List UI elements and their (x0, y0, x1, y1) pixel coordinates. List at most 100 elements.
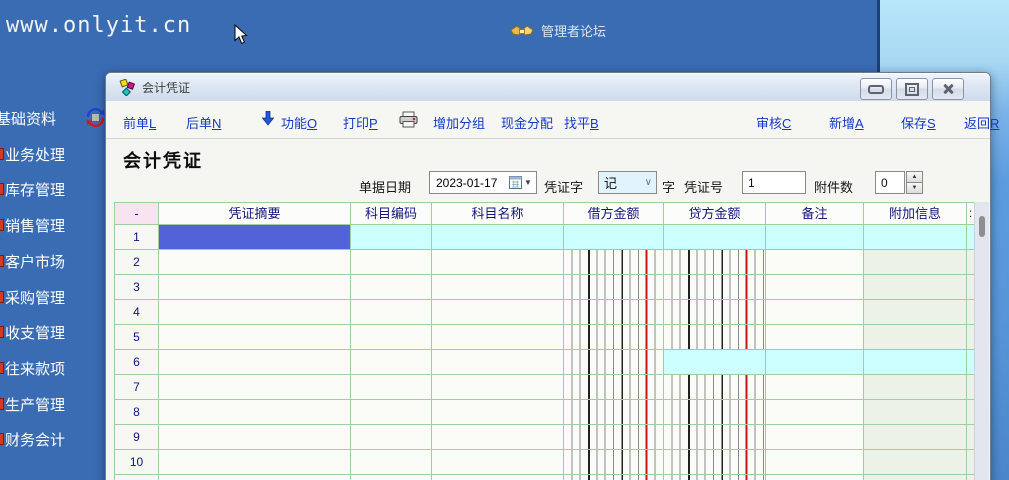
grid-cell[interactable] (766, 275, 864, 300)
grid-row-number[interactable]: 11 (115, 475, 159, 480)
grid-cell[interactable] (432, 325, 564, 350)
spinner-up-button[interactable]: ▲ (906, 171, 923, 183)
grid-cell[interactable] (432, 275, 564, 300)
grid-cell[interactable] (766, 400, 864, 425)
grid-cell[interactable] (766, 450, 864, 475)
voucher-no-input[interactable] (742, 171, 806, 194)
grid-cell[interactable] (432, 300, 564, 325)
grid-cell[interactable] (159, 225, 351, 250)
grid-cell[interactable] (664, 350, 766, 375)
maximize-button[interactable] (896, 78, 928, 100)
grid-cell[interactable] (766, 300, 864, 325)
grid-cell[interactable] (159, 475, 351, 480)
grid-cell[interactable] (159, 400, 351, 425)
grid-cell[interactable] (864, 375, 967, 400)
grid-cell[interactable] (432, 350, 564, 375)
grid-cell[interactable] (564, 275, 664, 300)
grid-cell[interactable] (432, 450, 564, 475)
grid-cell[interactable] (432, 475, 564, 480)
grid-cell[interactable] (432, 400, 564, 425)
forum-link[interactable]: 管理者论坛 (510, 21, 606, 40)
grid-cell[interactable] (432, 425, 564, 450)
balance-button[interactable]: 找平B (564, 113, 599, 132)
grid-cell[interactable] (864, 225, 967, 250)
grid-cell[interactable] (864, 300, 967, 325)
attachment-count-input[interactable] (875, 171, 905, 194)
grid-cell[interactable] (351, 275, 432, 300)
grid-cell[interactable] (664, 375, 766, 400)
grid-cell[interactable] (159, 300, 351, 325)
grid-cell[interactable] (864, 250, 967, 275)
grid-cell[interactable] (351, 350, 432, 375)
audit-button[interactable]: 审核C (756, 113, 791, 132)
voucher-word-select[interactable]: 记 ∨ (598, 171, 657, 194)
grid-cell[interactable] (159, 350, 351, 375)
grid-row-number[interactable]: 5 (115, 325, 159, 350)
return-button[interactable]: 返回R (964, 113, 999, 132)
grid-cell[interactable] (766, 425, 864, 450)
grid-row-number[interactable]: 10 (115, 450, 159, 475)
grid-cell[interactable] (159, 375, 351, 400)
grid-cell[interactable] (564, 375, 664, 400)
grid-cell[interactable] (159, 425, 351, 450)
sidebar-item[interactable]: 财务会计 (0, 429, 65, 449)
grid-cell[interactable] (766, 325, 864, 350)
grid-cell[interactable] (564, 350, 664, 375)
grid-cell[interactable] (664, 325, 766, 350)
grid-cell[interactable] (351, 225, 432, 250)
grid-cell[interactable] (864, 350, 967, 375)
grid-cell[interactable] (664, 400, 766, 425)
grid-row-number[interactable]: 9 (115, 425, 159, 450)
sidebar-item[interactable]: 销售管理 (0, 215, 65, 235)
date-input[interactable] (434, 175, 508, 191)
grid-cell[interactable] (564, 300, 664, 325)
next-voucher-button[interactable]: 后单N (186, 113, 221, 132)
grid-cell[interactable] (766, 375, 864, 400)
grid-cell[interactable] (664, 225, 766, 250)
calendar-button[interactable]: ▼ (509, 176, 532, 189)
grid-cell[interactable] (159, 275, 351, 300)
sidebar-item[interactable]: 生产管理 (0, 394, 65, 414)
grid-cell[interactable] (351, 250, 432, 275)
sidebar-item[interactable]: 业务处理 (0, 144, 65, 164)
grid-cell[interactable] (664, 250, 766, 275)
grid-cell[interactable] (351, 300, 432, 325)
grid-cell[interactable] (664, 475, 766, 480)
add-group-button[interactable]: 增加分组 (433, 113, 485, 132)
grid-cell[interactable] (564, 250, 664, 275)
minimize-button[interactable] (860, 78, 892, 100)
grid-cell[interactable] (664, 300, 766, 325)
function-dropdown-arrow-icon[interactable] (262, 111, 274, 126)
grid-cell[interactable] (864, 325, 967, 350)
grid-cell[interactable] (864, 425, 967, 450)
sidebar-item[interactable]: 基础资料 (0, 108, 56, 128)
grid-cell[interactable] (564, 325, 664, 350)
grid-row-number[interactable]: 6 (115, 350, 159, 375)
grid-cell[interactable] (351, 425, 432, 450)
prev-voucher-button[interactable]: 前单L (123, 113, 156, 132)
grid-cell[interactable] (351, 450, 432, 475)
grid-row-number[interactable]: 8 (115, 400, 159, 425)
grid-cell[interactable] (351, 325, 432, 350)
grid-cell[interactable] (564, 225, 664, 250)
grid-cell[interactable] (864, 450, 967, 475)
function-menu-button[interactable]: 功能O (281, 113, 317, 132)
grid-cell[interactable] (159, 250, 351, 275)
close-button[interactable] (932, 78, 964, 100)
grid-row-number[interactable]: 7 (115, 375, 159, 400)
grid-cell[interactable] (564, 450, 664, 475)
spinner-down-button[interactable]: ▼ (906, 183, 923, 194)
print-button[interactable]: 打印P (343, 113, 378, 132)
sidebar-item[interactable]: 往来款项 (0, 358, 65, 378)
sync-icon[interactable] (85, 107, 106, 128)
grid-cell[interactable] (864, 475, 967, 480)
grid-cell[interactable] (564, 475, 664, 480)
vertical-scrollbar[interactable] (974, 202, 989, 480)
grid-cell[interactable] (351, 400, 432, 425)
grid-cell[interactable] (664, 425, 766, 450)
grid-cell[interactable] (351, 375, 432, 400)
grid-row-number[interactable]: 2 (115, 250, 159, 275)
grid-row-number[interactable]: 4 (115, 300, 159, 325)
sidebar-item[interactable]: 采购管理 (0, 287, 65, 307)
sidebar-item[interactable]: 客户市场 (0, 251, 65, 271)
